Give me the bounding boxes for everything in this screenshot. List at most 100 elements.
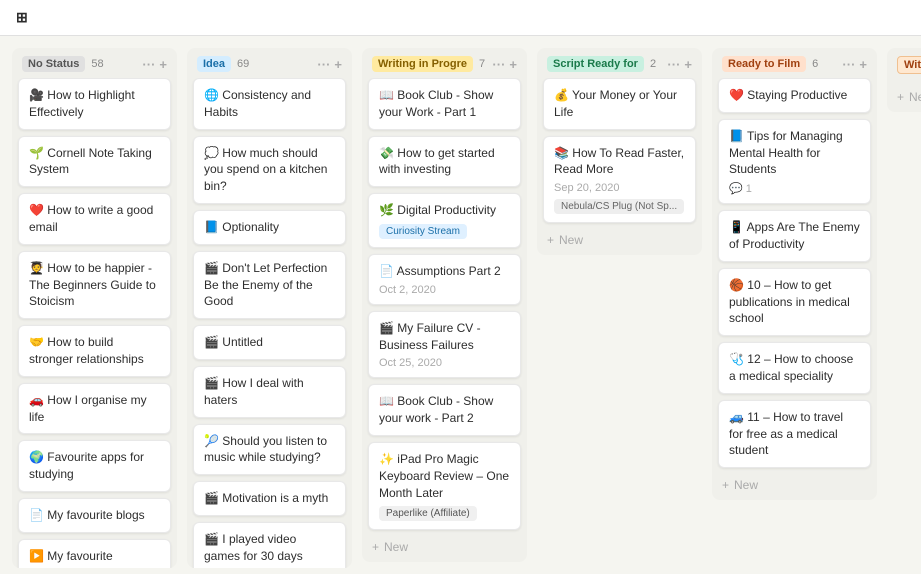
card-title: 🤝 How to build stronger relationships xyxy=(29,334,160,368)
card-item[interactable]: 🌿 Digital Productivity Curiosity Stream xyxy=(368,193,521,248)
board-columns: No Status58···+🎥 How to Highlight Effect… xyxy=(0,36,921,574)
more-icon[interactable]: ··· xyxy=(142,57,155,72)
card-item[interactable]: 🎥 How to Highlight Effectively xyxy=(18,78,171,130)
board-icon: ⊞ xyxy=(16,9,28,26)
card-title: 🩺 12 – How to choose a medical specialit… xyxy=(729,351,860,385)
card-item[interactable]: 🌱 Cornell Note Taking System xyxy=(18,136,171,188)
card-item[interactable]: 🎾 Should you listen to music while study… xyxy=(193,424,346,476)
column-actions-writing[interactable]: ··· + xyxy=(492,57,517,72)
card-title: 🌍 Favourite apps for studying xyxy=(29,449,160,483)
card-title: 📄 My favourite blogs xyxy=(29,507,160,524)
card-item[interactable]: ▶️ My favourite YouTube channels xyxy=(18,539,171,568)
card-item[interactable]: 🎬 Untitled xyxy=(193,325,346,360)
column-label-idea: Idea xyxy=(197,56,231,72)
card-item[interactable]: 🎬 I played video games for 30 days xyxy=(193,522,346,568)
column-film: Ready to Film6···+❤️ Staying Productive📘… xyxy=(712,48,877,500)
column-writing: Writing in Progre7···+📖 Book Club - Show… xyxy=(362,48,527,562)
card-item[interactable]: ❤️ How to write a good email xyxy=(18,193,171,245)
cards-list-idea: 🌐 Consistency and Habits 💭 How much shoul… xyxy=(187,78,352,568)
card-title: 🧑‍🎓 How to be happier - The Beginners Gu… xyxy=(29,260,160,310)
card-item[interactable]: 💸 How to get started with investing xyxy=(368,136,521,188)
cards-list-writing: 📖 Book Club - Show your Work - Part 1 💸 H… xyxy=(362,78,527,536)
column-editor: With Editor0···++New xyxy=(887,48,921,112)
card-item[interactable]: 📖 Book Club - Show your Work - Part 1 xyxy=(368,78,521,130)
card-title: 🎬 I played video games for 30 days xyxy=(204,531,335,565)
card-item[interactable]: 🧑‍🎓 How to be happier - The Beginners Gu… xyxy=(18,251,171,319)
card-title: 📖 Book Club - Show your work - Part 2 xyxy=(379,393,510,427)
column-actions-idea[interactable]: ··· + xyxy=(317,57,342,72)
column-no-status: No Status58···+🎥 How to Highlight Effect… xyxy=(12,48,177,568)
column-idea: Idea69···+🌐 Consistency and Habits💭 How … xyxy=(187,48,352,568)
column-count-no-status: 58 xyxy=(91,58,103,70)
card-item[interactable]: 🎬 How I deal with haters xyxy=(193,366,346,418)
column-actions-script[interactable]: ··· + xyxy=(667,57,692,72)
card-item[interactable]: 📘 Tips for Managing Mental Health for St… xyxy=(718,119,871,204)
column-actions-film[interactable]: ··· + xyxy=(842,57,867,72)
topbar: ⊞ xyxy=(0,0,921,36)
card-item[interactable]: 🚗 How I organise my life xyxy=(18,383,171,435)
add-new-card-editor[interactable]: +New xyxy=(887,86,921,112)
new-label: New xyxy=(559,233,583,247)
add-card-icon[interactable]: + xyxy=(509,57,517,72)
card-item[interactable]: 🩺 12 – How to choose a medical specialit… xyxy=(718,342,871,394)
card-title: 🎬 Don't Let Perfection Be the Enemy of t… xyxy=(204,260,335,310)
add-card-icon[interactable]: + xyxy=(684,57,692,72)
card-date: Sep 20, 2020 xyxy=(554,182,685,194)
more-icon[interactable]: ··· xyxy=(842,57,855,72)
card-tag: Curiosity Stream xyxy=(379,224,467,239)
card-item[interactable]: 📘 Optionality xyxy=(193,210,346,245)
card-item[interactable]: 🚙 11 – How to travel for free as a medic… xyxy=(718,400,871,468)
plus-icon: + xyxy=(372,540,379,554)
card-title: 📖 Book Club - Show your Work - Part 1 xyxy=(379,87,510,121)
more-icon[interactable]: ··· xyxy=(667,57,680,72)
card-item[interactable]: 📄 Assumptions Part 2Oct 2, 2020 xyxy=(368,254,521,305)
card-item[interactable]: 🤝 How to build stronger relationships xyxy=(18,325,171,377)
card-title: 🏀 10 – How to get publications in medica… xyxy=(729,277,860,327)
add-new-card-writing[interactable]: +New xyxy=(362,536,527,562)
card-item[interactable]: 🎬 My Failure CV - Business FailuresOct 2… xyxy=(368,311,521,379)
cards-list-script: 💰 Your Money or Your Life 📚 How To Read F… xyxy=(537,78,702,229)
column-header-script: Script Ready for2···+ xyxy=(537,48,702,78)
card-tag: Paperlike (Affiliate) xyxy=(379,506,477,521)
card-item[interactable]: 📖 Book Club - Show your work - Part 2 xyxy=(368,384,521,436)
card-item[interactable]: 📱 Apps Are The Enemy of Productivity xyxy=(718,210,871,262)
plus-icon: + xyxy=(547,233,554,247)
card-title: 🚙 11 – How to travel for free as a medic… xyxy=(729,409,860,459)
add-new-card-film[interactable]: + New xyxy=(712,474,877,500)
card-item[interactable]: 🏀 10 – How to get publications in medica… xyxy=(718,268,871,336)
new-label: New xyxy=(734,478,758,492)
card-item[interactable]: 🌍 Favourite apps for studying xyxy=(18,440,171,492)
add-new-card-script[interactable]: + New xyxy=(537,229,702,255)
card-title: 💸 How to get started with investing xyxy=(379,145,510,179)
card-item[interactable]: 💭 How much should you spend on a kitchen… xyxy=(193,136,346,204)
card-title: 🎬 Motivation is a myth xyxy=(204,490,335,507)
card-item[interactable]: ✨ iPad Pro Magic Keyboard Review – One M… xyxy=(368,442,521,530)
card-title: 🌿 Digital Productivity xyxy=(379,202,510,219)
card-title: 🎥 How to Highlight Effectively xyxy=(29,87,160,121)
plus-icon: + xyxy=(722,478,729,492)
more-icon[interactable]: ··· xyxy=(492,57,505,72)
add-card-icon[interactable]: + xyxy=(334,57,342,72)
column-header-film: Ready to Film6···+ xyxy=(712,48,877,78)
add-card-icon[interactable]: + xyxy=(159,57,167,72)
card-title: 🌐 Consistency and Habits xyxy=(204,87,335,121)
add-card-icon[interactable]: + xyxy=(859,57,867,72)
more-icon[interactable]: ··· xyxy=(317,57,330,72)
card-date: Oct 25, 2020 xyxy=(379,357,510,369)
card-item[interactable]: 🎬 Motivation is a myth xyxy=(193,481,346,516)
column-header-no-status: No Status58···+ xyxy=(12,48,177,78)
card-item[interactable]: ❤️ Staying Productive xyxy=(718,78,871,113)
card-title: ❤️ How to write a good email xyxy=(29,202,160,236)
card-item[interactable]: 📚 How To Read Faster, Read More Sep 20, 2… xyxy=(543,136,696,224)
card-item[interactable]: 📄 My favourite blogs xyxy=(18,498,171,533)
card-item[interactable]: 🌐 Consistency and Habits xyxy=(193,78,346,130)
column-count-film: 6 xyxy=(812,58,818,70)
board-menu[interactable]: ⊞ xyxy=(16,9,36,26)
card-title: 📚 How To Read Faster, Read More xyxy=(554,145,685,179)
column-actions-no-status[interactable]: ··· + xyxy=(142,57,167,72)
card-title: ❤️ Staying Productive xyxy=(729,87,860,104)
card-item[interactable]: 💰 Your Money or Your Life xyxy=(543,78,696,130)
column-label-writing: Writing in Progre xyxy=(372,56,473,72)
card-title: 🎬 Untitled xyxy=(204,334,335,351)
card-item[interactable]: 🎬 Don't Let Perfection Be the Enemy of t… xyxy=(193,251,346,319)
